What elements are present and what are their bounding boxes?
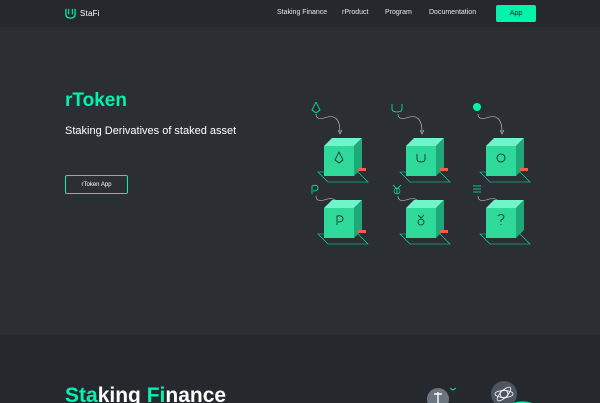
token-box-stafi bbox=[391, 104, 451, 183]
nav-link-program[interactable]: Program bbox=[385, 9, 412, 16]
staking-finance-section: Staking Finance bbox=[0, 335, 600, 403]
stafi-logo-icon bbox=[65, 8, 76, 19]
cosmos-icon bbox=[473, 103, 481, 111]
polkadot-icon bbox=[311, 184, 319, 194]
ethereum-icon bbox=[311, 102, 321, 114]
hero-title: rToken bbox=[65, 90, 127, 111]
nav-link-staking-finance[interactable]: Staking Finance bbox=[277, 9, 327, 16]
title-part: nance bbox=[165, 384, 227, 403]
navbar: StaFi Staking Finance rProduct Program D… bbox=[0, 0, 600, 27]
token-box-cosmos bbox=[473, 103, 531, 183]
kusama-icon bbox=[392, 184, 402, 195]
rtoken-app-button[interactable]: rToken App bbox=[65, 175, 128, 194]
nav-link-rproduct[interactable]: rProduct bbox=[342, 9, 368, 16]
section-title: Staking Finance bbox=[65, 384, 226, 403]
brand-name: StaFi bbox=[80, 9, 100, 18]
title-part: Sta bbox=[65, 384, 98, 403]
title-part: king bbox=[97, 384, 147, 403]
token-box-ethereum bbox=[311, 102, 369, 183]
stafi-icon bbox=[391, 104, 403, 113]
token-box-kusama bbox=[392, 184, 451, 245]
app-button[interactable]: App bbox=[496, 5, 536, 22]
title-part: Fi bbox=[146, 384, 166, 403]
hero-subtitle: Staking Derivatives of staked asset bbox=[65, 125, 237, 137]
token-box-polkadot bbox=[311, 184, 369, 245]
token-box-unknown bbox=[473, 185, 531, 245]
cosmos-icon bbox=[491, 381, 532, 403]
hero-section: rToken Staking Derivatives of staked ass… bbox=[0, 27, 600, 335]
tezos-icon bbox=[427, 387, 457, 403]
nav-link-documentation[interactable]: Documentation bbox=[429, 9, 476, 16]
logo[interactable]: StaFi bbox=[65, 8, 100, 19]
section-icons bbox=[427, 381, 532, 403]
rtoken-illustration bbox=[311, 102, 531, 245]
unknown-token-icon bbox=[473, 185, 481, 193]
